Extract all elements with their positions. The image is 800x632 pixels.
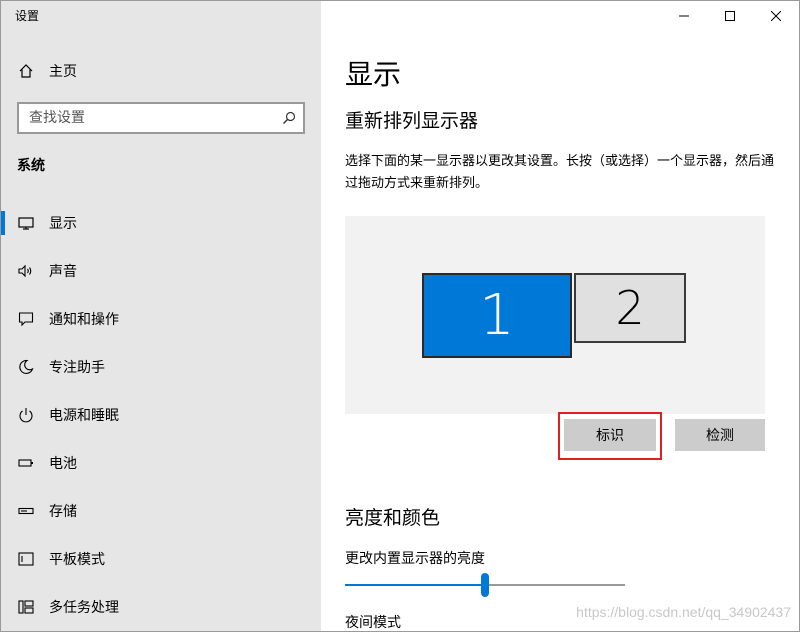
- brightness-label: 更改内置显示器的亮度: [345, 551, 485, 567]
- search-box[interactable]: [17, 102, 305, 134]
- sidebar-home[interactable]: 主页: [1, 55, 321, 87]
- brightness-slider[interactable]: [345, 573, 625, 597]
- sidebar-item-focus-assist[interactable]: 专注助手: [1, 343, 321, 391]
- sidebar-home-label: 主页: [49, 64, 77, 80]
- main-content: 显示 重新排列显示器 选择下面的某一显示器以更改其设置。长按（或选择）一个显示器…: [345, 1, 785, 631]
- identify-button[interactable]: 标识: [564, 419, 656, 451]
- sidebar-item-label: 电源和睡眠: [49, 408, 119, 424]
- tablet-icon: [17, 550, 35, 568]
- sidebar-item-storage[interactable]: 存储: [1, 487, 321, 535]
- window-title: 设置: [15, 9, 40, 23]
- sidebar-section-title: 系统: [17, 158, 45, 174]
- sidebar-item-label: 多任务处理: [49, 600, 119, 616]
- sidebar-item-label: 专注助手: [49, 360, 105, 376]
- night-mode-label: 夜间模式: [345, 615, 401, 631]
- search-input[interactable]: [19, 104, 275, 132]
- sidebar-item-label: 声音: [49, 264, 77, 280]
- sidebar-item-power-sleep[interactable]: 电源和睡眠: [1, 391, 321, 439]
- multitask-icon: [17, 598, 35, 616]
- page-title: 显示: [345, 58, 402, 91]
- monitor-icon: [17, 214, 35, 232]
- monitor-2[interactable]: 2: [574, 273, 686, 343]
- sidebar-item-multitasking[interactable]: 多任务处理: [1, 583, 321, 631]
- notification-icon: [17, 310, 35, 328]
- sidebar: 设置 主页 系统 显示 声: [1, 1, 321, 631]
- search-icon[interactable]: [275, 104, 303, 132]
- sidebar-item-display[interactable]: 显示: [1, 199, 321, 247]
- sidebar-item-label: 平板模式: [49, 552, 105, 568]
- moon-icon: [17, 358, 35, 376]
- detect-button[interactable]: 检测: [675, 419, 765, 451]
- monitor-arrangement-area: 1 2: [345, 216, 765, 414]
- watermark: https://blog.csdn.net/qq_34902437: [576, 604, 791, 620]
- sidebar-item-sound[interactable]: 声音: [1, 247, 321, 295]
- rearrange-description: 选择下面的某一显示器以更改其设置。长按（或选择）一个显示器，然后通过拖动方式来重…: [345, 154, 775, 191]
- sidebar-item-label: 存储: [49, 504, 77, 520]
- sidebar-nav: 显示 声音 通知和操作 专注助手 电源和睡眠 电池 存储 平板模式 多任务处理: [1, 199, 321, 631]
- settings-window: 设置 主页 系统 显示 声: [0, 0, 800, 632]
- speaker-icon: [17, 262, 35, 280]
- slider-thumb[interactable]: [481, 573, 489, 597]
- sidebar-item-label: 电池: [49, 456, 77, 472]
- home-icon: [18, 63, 34, 79]
- battery-icon: [17, 454, 35, 472]
- rearrange-heading: 重新排列显示器: [345, 110, 479, 132]
- slider-track-empty: [485, 584, 625, 586]
- storage-icon: [17, 502, 35, 520]
- slider-track-filled: [345, 584, 485, 586]
- monitor-1[interactable]: 1: [422, 273, 572, 358]
- sidebar-item-label: 通知和操作: [49, 312, 119, 328]
- sidebar-item-battery[interactable]: 电池: [1, 439, 321, 487]
- sidebar-item-tablet-mode[interactable]: 平板模式: [1, 535, 321, 583]
- brightness-heading: 亮度和颜色: [345, 507, 441, 529]
- sidebar-item-label: 显示: [49, 216, 77, 232]
- sidebar-item-notifications[interactable]: 通知和操作: [1, 295, 321, 343]
- power-icon: [17, 406, 35, 424]
